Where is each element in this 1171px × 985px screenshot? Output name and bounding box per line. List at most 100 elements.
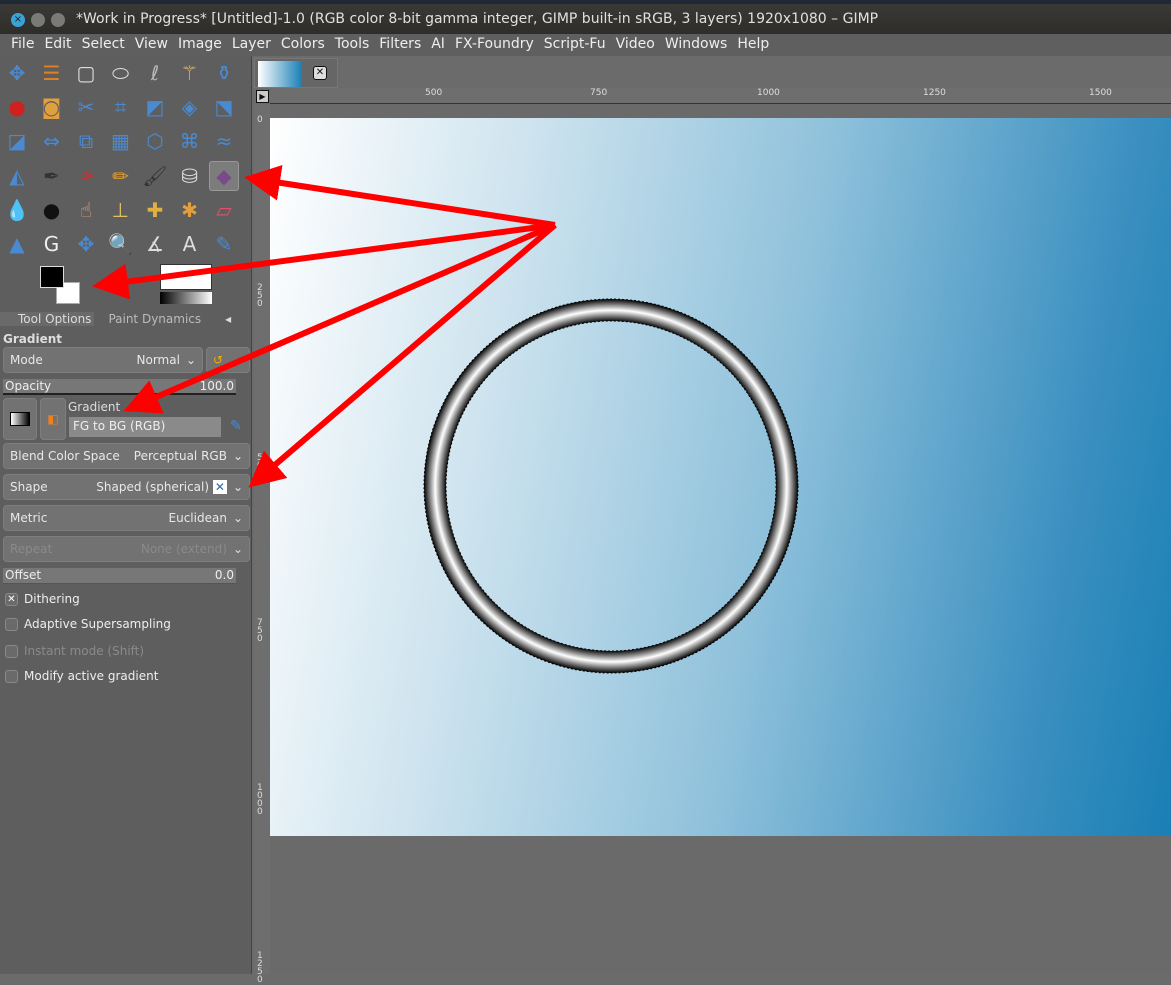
- tool-n-point[interactable]: ⬡: [140, 126, 170, 156]
- quick-mask-toggle[interactable]: ▶: [256, 90, 269, 103]
- tool-seamless[interactable]: ≈: [209, 126, 239, 156]
- close-image-icon[interactable]: ✕: [313, 66, 327, 80]
- tool-gradient[interactable]: ◆: [209, 160, 239, 191]
- blend-color-space-select[interactable]: Blend Color Space Perceptual RGB ⌄: [3, 443, 250, 469]
- tool-bucket-fill[interactable]: ⛁: [175, 161, 205, 191]
- tool-measure[interactable]: ∡: [140, 229, 170, 259]
- tool-mypaint[interactable]: ✎: [209, 229, 239, 259]
- offset-slider[interactable]: Offset 0.0: [3, 568, 236, 584]
- instant-mode-checkbox[interactable]: Instant mode (Shift): [5, 644, 144, 658]
- minimize-window-button[interactable]: [31, 13, 45, 27]
- tool-gegl[interactable]: G: [37, 229, 67, 259]
- reverse-gradient-button[interactable]: ◧: [40, 398, 66, 440]
- menu-view[interactable]: View: [130, 34, 173, 56]
- menu-filters[interactable]: Filters: [374, 34, 426, 56]
- modify-active-gradient-checkbox[interactable]: Modify active gradient: [5, 669, 158, 683]
- shape-label: Shape: [10, 480, 48, 494]
- tool-align[interactable]: ☰: [37, 58, 67, 88]
- tool-pencil[interactable]: ✏: [106, 161, 136, 191]
- tool-airbrush[interactable]: ●: [37, 195, 67, 225]
- opacity-slider[interactable]: Opacity 100.0: [3, 379, 236, 395]
- tool-paintbrush[interactable]: 🖌: [140, 161, 170, 191]
- metric-select[interactable]: Metric Euclidean ⌄: [3, 505, 250, 531]
- menu-video[interactable]: Video: [611, 34, 660, 56]
- tool-flip[interactable]: ⬔: [209, 92, 239, 122]
- tool-levels[interactable]: ▲: [2, 229, 32, 259]
- tool-color-picker[interactable]: ✑: [71, 161, 101, 191]
- tool-blur[interactable]: 💧: [2, 195, 32, 225]
- crop-icon: ⌗: [114, 95, 127, 120]
- ink-icon: ✒: [43, 163, 60, 188]
- tool-smudge[interactable]: ☝: [71, 195, 101, 225]
- menu-ai[interactable]: AI: [426, 34, 450, 56]
- ruler-label: 1250: [923, 88, 946, 98]
- flip-icon: ⬔: [214, 95, 234, 120]
- menu-colors[interactable]: Colors: [276, 34, 330, 56]
- ruler-label: 0: [257, 115, 263, 125]
- repeat-select[interactable]: Repeat None (extend) ⌄: [3, 536, 250, 562]
- shape-select[interactable]: Shape Shaped (spherical) ✕ ⌄: [3, 474, 250, 500]
- tool-free-select[interactable]: ℓ: [140, 58, 170, 88]
- mode-select[interactable]: Mode Normal ⌄: [3, 347, 203, 373]
- menu-tools[interactable]: Tools: [330, 34, 375, 56]
- tool-cage[interactable]: ◪: [2, 126, 32, 156]
- tool-unified-transform[interactable]: ◩: [140, 92, 170, 122]
- vertical-ruler[interactable]: 0 250 500 750 1000 1250: [254, 104, 270, 985]
- menu-help[interactable]: Help: [732, 34, 774, 56]
- tool-perspective-clone[interactable]: ⌘: [175, 126, 205, 156]
- gradient-picker-button[interactable]: [3, 398, 37, 440]
- menu-windows[interactable]: Windows: [660, 34, 733, 56]
- pencil-icon: ✏: [112, 163, 129, 188]
- tool-color-select[interactable]: ●: [2, 92, 32, 122]
- menu-edit[interactable]: Edit: [39, 34, 76, 56]
- maximize-window-button[interactable]: [51, 13, 65, 27]
- tool-move-2[interactable]: ✥: [71, 229, 101, 259]
- tool-crop[interactable]: ⌗: [106, 92, 136, 122]
- edit-gradient-icon[interactable]: ✎: [230, 418, 242, 434]
- tool-fuzzy-select[interactable]: ⚚: [175, 58, 205, 88]
- horizontal-ruler[interactable]: 500 750 1000 1250 1500: [270, 88, 1171, 104]
- tool-heal[interactable]: ✚: [140, 195, 170, 225]
- repeat-value: None (extend): [140, 542, 227, 556]
- gradient-name-field[interactable]: FG to BG (RGB): [69, 417, 221, 437]
- tool-text[interactable]: A: [175, 229, 205, 259]
- image-canvas[interactable]: [270, 118, 1171, 836]
- reset-mode-button[interactable]: ↺: [206, 347, 250, 373]
- tool-paths-select[interactable]: ⚱: [209, 58, 239, 88]
- dock-menu-icon[interactable]: ◂: [222, 312, 234, 326]
- tool-grid[interactable]: ▦: [106, 126, 136, 156]
- tool-zoom[interactable]: 🔍: [106, 229, 136, 259]
- tool-perspective[interactable]: ◈: [175, 92, 205, 122]
- foreground-color-swatch[interactable]: [40, 266, 64, 288]
- brush-preview[interactable]: [160, 264, 212, 290]
- tool-scissors[interactable]: ✂: [71, 92, 101, 122]
- image-tab[interactable]: ✕: [254, 58, 338, 88]
- menu-select[interactable]: Select: [77, 34, 130, 56]
- tool-handle[interactable]: ⧉: [71, 126, 101, 156]
- eraser-icon: ▱: [216, 197, 232, 222]
- dithering-checkbox[interactable]: ✕ Dithering: [5, 592, 80, 606]
- checkbox-icon: [5, 644, 18, 658]
- metric-value: Euclidean: [168, 511, 227, 525]
- menu-file[interactable]: File: [6, 34, 39, 56]
- menu-fx-foundry[interactable]: FX-Foundry: [450, 34, 539, 56]
- menu-image[interactable]: Image: [173, 34, 227, 56]
- tool-rect-select[interactable]: ▢: [71, 58, 101, 88]
- tool-eraser[interactable]: ▱: [209, 195, 239, 225]
- tool-clone[interactable]: ⊥: [106, 195, 136, 225]
- tool-move[interactable]: ✥: [2, 58, 32, 88]
- image-thumbnail[interactable]: [258, 61, 302, 87]
- tool-warp[interactable]: ⇔: [37, 126, 67, 156]
- tab-tool-options[interactable]: Tool Options: [0, 312, 95, 326]
- adaptive-supersampling-checkbox[interactable]: Adaptive Supersampling: [5, 617, 171, 631]
- tool-ink[interactable]: ✒: [37, 161, 67, 191]
- menu-script-fu[interactable]: Script-Fu: [539, 34, 611, 56]
- close-window-button[interactable]: ×: [11, 13, 25, 27]
- tool-foreground-select[interactable]: ◙: [37, 92, 67, 122]
- menu-layer[interactable]: Layer: [227, 34, 276, 56]
- tab-paint-dynamics[interactable]: Paint Dynamics: [94, 312, 204, 326]
- gradient-preview[interactable]: [160, 292, 212, 304]
- tool-text-path[interactable]: ◭: [2, 161, 32, 191]
- tool-ellipse-select[interactable]: ⬭: [106, 58, 136, 88]
- tool-dodge[interactable]: ✱: [175, 195, 205, 225]
